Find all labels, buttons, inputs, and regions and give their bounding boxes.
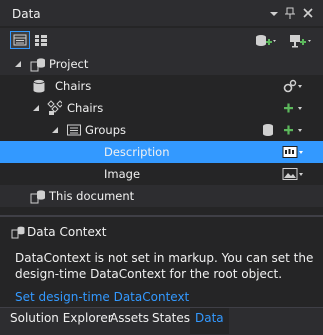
panel-titlebar: Data <box>0 0 323 26</box>
data-toolbar <box>0 28 323 55</box>
data-context-section: Data Context DataContext is not set in m… <box>0 217 323 307</box>
tree-row-label: Chairs <box>55 79 92 93</box>
plus-icon[interactable] <box>282 100 306 116</box>
tree-row-chairs-source[interactable]: Chairs <box>0 75 323 97</box>
data-context-message: design-time DataContext for the root obj… <box>15 267 283 281</box>
tree-row-groups[interactable]: Groups <box>0 119 323 141</box>
panel-title: Data <box>12 7 41 21</box>
project-data-icon <box>30 58 45 72</box>
list-view-icon[interactable] <box>10 31 30 49</box>
close-icon[interactable] <box>301 5 315 21</box>
tree-row-project[interactable]: Project <box>0 53 323 75</box>
set-datacontext-link[interactable]: Set design-time DataContext <box>15 290 189 304</box>
tree-row-label: Chairs <box>67 101 104 115</box>
data-context-message: DataContext is not set in markup. You ca… <box>15 251 314 265</box>
tree-row-label: Project <box>49 57 89 71</box>
database-icon <box>33 79 45 93</box>
tree-row-description[interactable]: Description <box>0 141 323 163</box>
tab-states[interactable]: States <box>150 308 190 334</box>
document-data-icon <box>30 190 45 204</box>
gears-icon[interactable] <box>282 78 306 94</box>
tree-row-this-document[interactable]: This document <box>0 185 323 207</box>
panel-tabs: Solution Explorer Assets States Data <box>0 307 323 335</box>
database-icon[interactable] <box>260 122 276 138</box>
chevron-down-icon[interactable] <box>267 5 281 21</box>
data-tree: Project Chairs Chairs Groups Description… <box>0 53 323 207</box>
tree-row-label: Image <box>104 167 141 181</box>
tab-data[interactable]: Data <box>190 308 229 334</box>
expanded-arrow-icon[interactable] <box>32 104 40 112</box>
tree-row-label: Groups <box>85 123 127 137</box>
document-data-icon <box>11 226 25 239</box>
plus-icon[interactable] <box>282 122 306 138</box>
tree-row-label: This document <box>49 189 135 203</box>
details-view-icon[interactable] <box>32 32 50 48</box>
tree-row-chairs-collection[interactable]: Chairs <box>0 97 323 119</box>
collection-icon <box>47 100 62 115</box>
array-icon <box>67 124 81 136</box>
tab-solution-explorer[interactable]: Solution Explorer <box>6 308 113 334</box>
tab-assets[interactable]: Assets <box>108 308 150 334</box>
text-abc-icon[interactable] <box>282 144 306 160</box>
data-panel: Data Project Chairs Chairs Groups Descri… <box>0 0 323 335</box>
data-source-add-icon[interactable] <box>288 32 314 50</box>
pin-icon[interactable] <box>283 5 297 21</box>
expanded-arrow-icon[interactable] <box>51 126 59 134</box>
data-context-title: Data Context <box>27 225 107 239</box>
expanded-arrow-icon[interactable] <box>14 60 22 68</box>
database-add-icon[interactable] <box>253 32 279 50</box>
tree-row-label: Description <box>104 145 170 159</box>
image-icon[interactable] <box>282 166 306 182</box>
tree-row-image[interactable]: Image <box>0 163 323 185</box>
